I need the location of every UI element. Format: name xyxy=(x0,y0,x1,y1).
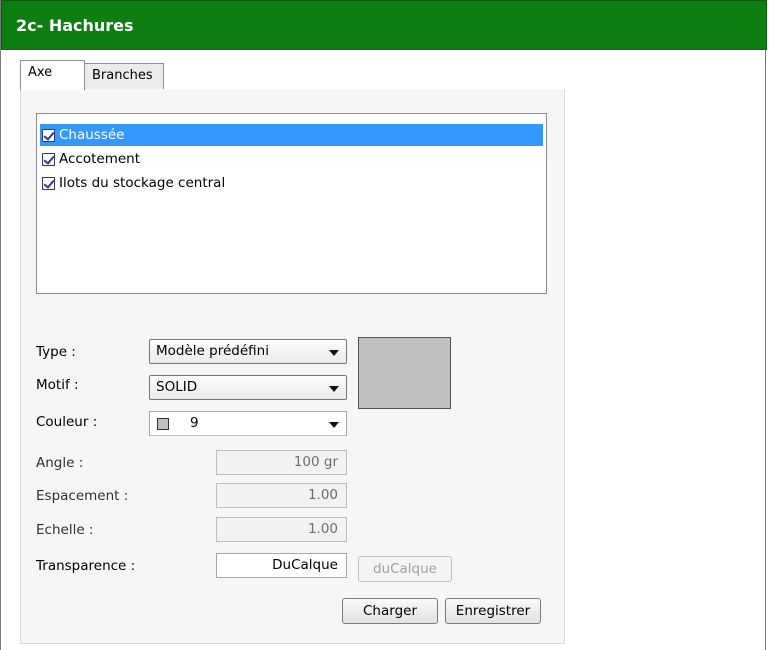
echelle-field[interactable]: 1.00 xyxy=(216,517,347,542)
checked-checkbox-icon[interactable] xyxy=(42,153,55,166)
window-title: 2c- Hachures xyxy=(16,16,134,35)
enregistrer-button[interactable]: Enregistrer xyxy=(445,598,541,624)
tab-branches[interactable]: Branches xyxy=(84,63,164,89)
layer-checklist[interactable]: Chaussée Accotement Ilots du stockage ce… xyxy=(36,113,547,294)
echelle-label: Echelle : xyxy=(36,522,94,538)
chevron-down-icon xyxy=(329,386,339,392)
title-bar: 2c- Hachures xyxy=(1,0,767,50)
checked-checkbox-icon[interactable] xyxy=(42,129,55,142)
charger-button[interactable]: Charger xyxy=(342,598,438,624)
list-item-label: Ilots du stockage central xyxy=(59,175,226,191)
list-item-label: Chaussée xyxy=(59,127,125,143)
angle-label: Angle : xyxy=(36,455,84,471)
couleur-select-value: 9 xyxy=(190,415,199,431)
espacement-label: Espacement : xyxy=(36,488,129,504)
espacement-field[interactable]: 1.00 xyxy=(216,483,347,508)
color-swatch-icon xyxy=(157,418,169,430)
chevron-down-icon xyxy=(329,350,339,356)
hatch-preview xyxy=(358,337,451,409)
checked-checkbox-icon[interactable] xyxy=(42,177,55,190)
ducalque-button[interactable]: duCalque xyxy=(358,556,452,582)
list-item[interactable]: Accotement xyxy=(40,148,543,170)
list-item[interactable]: Chaussée xyxy=(40,124,543,146)
angle-field[interactable]: 100 gr xyxy=(216,450,347,475)
motif-label: Motif : xyxy=(36,377,79,393)
couleur-select[interactable]: 9 xyxy=(149,411,347,436)
chevron-down-icon xyxy=(329,422,339,428)
transparence-label: Transparence : xyxy=(36,558,136,574)
type-select-value: Modèle prédéfini xyxy=(156,343,269,359)
motif-select-value: SOLID xyxy=(156,379,198,395)
transparence-field[interactable]: DuCalque xyxy=(216,553,347,578)
type-label: Type : xyxy=(36,344,76,360)
tab-axe[interactable]: Axe xyxy=(20,60,85,90)
type-select[interactable]: Modèle prédéfini xyxy=(149,339,347,364)
list-item-label: Accotement xyxy=(59,151,141,167)
hachures-window: 2c- Hachures Branches Axe Chaussée Accot… xyxy=(0,0,767,650)
couleur-label: Couleur : xyxy=(36,414,98,430)
list-item[interactable]: Ilots du stockage central xyxy=(40,172,543,194)
motif-select[interactable]: SOLID xyxy=(149,375,347,400)
